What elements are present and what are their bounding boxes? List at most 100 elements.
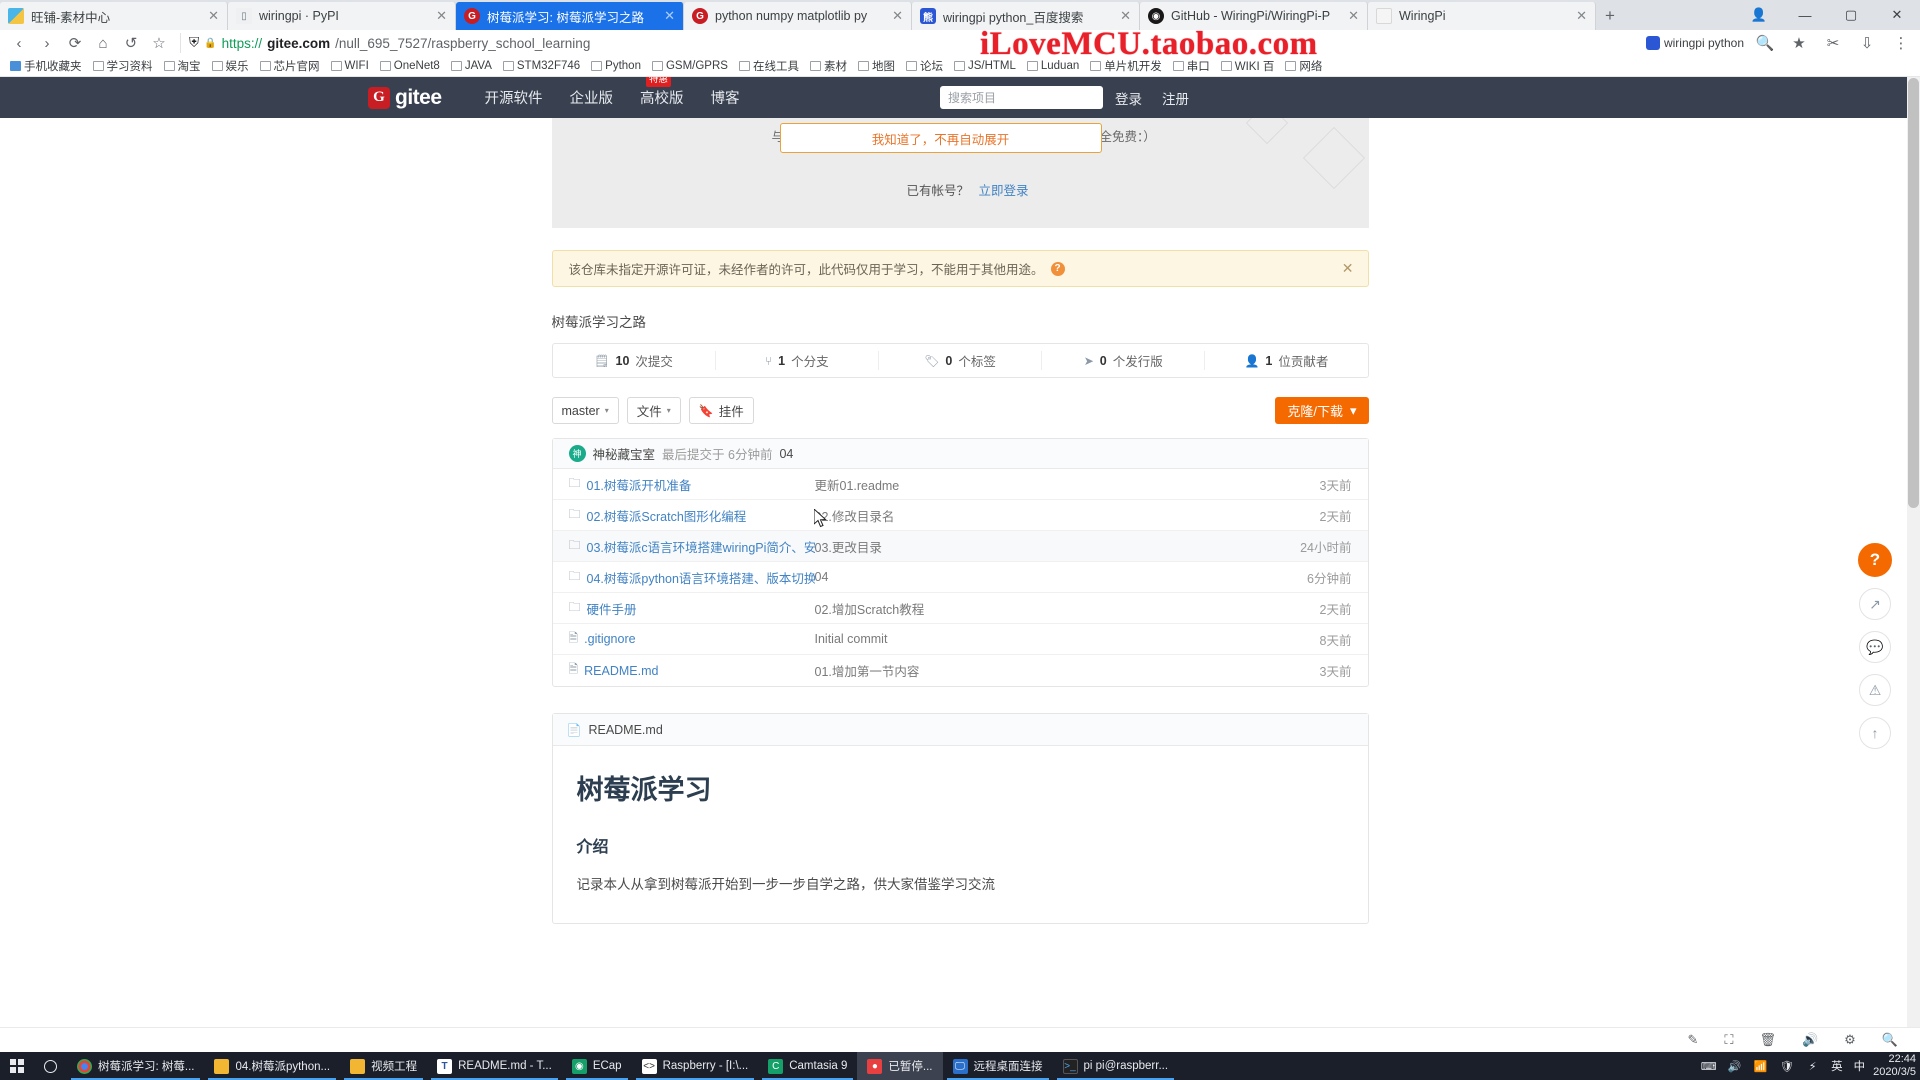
taskbar-item[interactable]: C Camtasia 9 xyxy=(758,1052,857,1080)
bookmark-star-icon[interactable]: ☆ xyxy=(146,32,172,54)
report-fab[interactable]: ⚠ xyxy=(1859,674,1891,706)
taskbar-clock[interactable]: 22:44 2020/3/5 xyxy=(1873,1053,1920,1078)
dismiss-promo-button[interactable]: 我知道了，不再自动展开 xyxy=(779,123,1102,153)
extension-chip[interactable]: wiringpi python xyxy=(1645,36,1744,50)
browser-menu-icon[interactable]: ⋮ xyxy=(1888,32,1914,54)
file-row[interactable]: 🗀 硬件手册 02.增加Scratch教程 2天前 xyxy=(552,593,1368,624)
bookmark-item[interactable]: GSM/GPRS xyxy=(648,59,732,73)
bookmark-item[interactable]: 地图 xyxy=(854,57,899,75)
file-row[interactable]: 🗀 03.树莓派c语言环境搭建wiringPi简介、安装... 03.更改目录 24小… xyxy=(552,531,1368,562)
bookmark-item[interactable]: JAVA xyxy=(447,59,496,73)
branch-selector[interactable]: master ▾ xyxy=(551,397,619,424)
login-now-link[interactable]: 立即登录 xyxy=(979,184,1029,198)
bookmark-item[interactable]: 手机收藏夹 xyxy=(6,57,86,75)
help-fab[interactable]: ? xyxy=(1858,543,1892,577)
bookmark-item[interactable]: 淘宝 xyxy=(160,57,205,75)
file-row[interactable]: 🗀 01.树莓派开机准备 更新01.readme 3天前 xyxy=(552,469,1368,500)
file-row[interactable]: 🗀 04.树莓派python语言环境搭建、版本切换、... 04 6分钟前 xyxy=(552,562,1368,593)
bookmark-item[interactable]: Luduan xyxy=(1023,59,1083,73)
bookmark-item[interactable]: 娱乐 xyxy=(208,57,253,75)
gitee-search-input[interactable]: 搜索项目 xyxy=(940,86,1103,109)
stat-commit[interactable]: 🗒 10 次提交 xyxy=(553,351,716,370)
taskbar-item[interactable]: <> Raspberry - [I:\... xyxy=(632,1052,759,1080)
clone-download-button[interactable]: 克隆/下载 ▾ xyxy=(1275,397,1369,424)
close-icon[interactable]: ✕ xyxy=(892,8,903,24)
history-icon[interactable]: ↺ xyxy=(118,32,144,54)
bookmark-item[interactable]: 论坛 xyxy=(902,57,947,75)
taskbar-item[interactable]: 🖵 远程桌面连接 xyxy=(943,1052,1053,1080)
close-icon[interactable]: ✕ xyxy=(1576,8,1587,24)
taskbar-item[interactable]: >_ pi pi@raspberr... xyxy=(1053,1052,1179,1080)
back-to-top-fab[interactable]: ↑ xyxy=(1859,717,1891,749)
scrollbar-thumb[interactable] xyxy=(1908,78,1919,508)
address-bar[interactable]: ⛨ 🔒 https://gitee.com/null_695_7527/rasp… xyxy=(180,33,1638,53)
tray-row-icon[interactable]: 🔍 xyxy=(1882,1032,1898,1048)
browser-tab-6[interactable]: WiringPi ✕ xyxy=(1368,2,1596,30)
bookmark-item[interactable]: Python xyxy=(587,59,645,73)
close-icon[interactable]: ✕ xyxy=(1120,8,1131,24)
file-row[interactable]: 🗀 02.树莓派Scratch图形化编程 02.修改目录名 2天前 xyxy=(552,500,1368,531)
stat-tag[interactable]: 🏷 0 个标签 xyxy=(879,351,1043,370)
file-name[interactable]: 🗀 02.树莓派Scratch图形化编程 xyxy=(569,505,815,526)
close-window-button[interactable]: ✕ xyxy=(1874,0,1920,30)
close-icon[interactable]: ✕ xyxy=(1348,8,1359,24)
home-icon[interactable]: ⌂ xyxy=(90,32,116,54)
bookmark-item[interactable]: JS/HTML xyxy=(950,59,1020,73)
close-icon[interactable]: ✕ xyxy=(208,8,219,24)
forward-icon[interactable]: › xyxy=(34,32,60,54)
login-link[interactable]: 登录 xyxy=(1115,88,1142,108)
close-icon[interactable]: ✕ xyxy=(436,8,447,24)
close-icon[interactable]: ✕ xyxy=(1342,260,1354,277)
taskbar-item[interactable]: ◉ ECap xyxy=(562,1052,632,1080)
avatar[interactable]: 神 xyxy=(568,445,586,462)
start-button[interactable] xyxy=(0,1052,34,1080)
tray-row-icon[interactable]: 🔊 xyxy=(1802,1032,1818,1048)
tray-icon[interactable]: 📶 xyxy=(1753,1059,1768,1074)
files-dropdown[interactable]: 文件 ▾ xyxy=(626,397,681,424)
taskbar-item[interactable]: 视频工程 xyxy=(340,1052,427,1080)
bookmark-item[interactable]: 学习资料 xyxy=(89,57,157,75)
taskbar-item[interactable]: 04.树莓派python... xyxy=(204,1052,340,1080)
file-name[interactable]: 🗀 硬件手册 xyxy=(569,598,815,619)
file-row[interactable]: 🗎 README.md 01.增加第一节内容 3天前 xyxy=(553,655,1368,686)
back-icon[interactable]: ‹ xyxy=(6,32,32,54)
bookmark-item[interactable]: WIKI 百 xyxy=(1217,57,1279,75)
gitee-logo[interactable]: G gitee xyxy=(368,86,442,110)
browser-tab-3[interactable]: G python numpy matplotlib py ✕ xyxy=(684,2,912,30)
share-fab[interactable]: ↗ xyxy=(1859,588,1891,620)
bookmark-item[interactable]: 在线工具 xyxy=(735,57,803,75)
stat-contributor[interactable]: 👤 1 位贡献者 xyxy=(1205,351,1367,370)
nav-campus[interactable]: 特惠 高校版 xyxy=(640,77,684,108)
tray-row-icon[interactable]: ⚙ xyxy=(1844,1032,1856,1048)
bookmark-item[interactable]: 网络 xyxy=(1281,57,1326,75)
new-tab-button[interactable]: + xyxy=(1596,2,1624,30)
minimize-button[interactable]: — xyxy=(1782,0,1828,30)
taskbar-item[interactable]: T README.md - T... xyxy=(427,1052,562,1080)
close-icon[interactable]: ✕ xyxy=(664,8,675,24)
file-row[interactable]: 🗎 .gitignore Initial commit 8天前 xyxy=(552,624,1368,655)
nav-opensource[interactable]: 开源软件 xyxy=(485,87,543,108)
widgets-button[interactable]: 🔖 挂件 xyxy=(688,397,754,424)
stat-branch[interactable]: ⑂ 1 个分支 xyxy=(716,351,879,370)
browser-tab-1[interactable]: ▯ wiringpi · PyPI ✕ xyxy=(228,2,456,30)
help-icon[interactable]: ? xyxy=(1050,261,1065,276)
search-icon[interactable]: 🔍 xyxy=(1752,32,1778,54)
file-name[interactable]: 🗀 03.树莓派c语言环境搭建wiringPi简介、安装... xyxy=(569,536,815,557)
tray-row-icon[interactable]: ⛶ xyxy=(1724,1032,1733,1048)
bookmark-item[interactable]: WIFI xyxy=(327,59,373,73)
tray-icon[interactable]: ⌨ xyxy=(1701,1059,1717,1074)
stat-release[interactable]: ➤ 0 个发行版 xyxy=(1042,351,1206,370)
tray-row-icon[interactable]: ✎ xyxy=(1687,1032,1698,1048)
bookmark-icon[interactable]: ★ xyxy=(1786,32,1812,54)
bookmark-item[interactable]: 芯片官网 xyxy=(256,57,324,75)
browser-tab-0[interactable]: 旺铺-素材中心 ✕ xyxy=(0,2,228,30)
tray-row-icon[interactable]: 🗑 xyxy=(1759,1032,1776,1048)
taskbar-item[interactable]: ● 已暂停... xyxy=(857,1052,943,1080)
taskbar-item[interactable]: 树莓派学习: 树莓... xyxy=(67,1052,204,1080)
file-name[interactable]: 🗎 README.md xyxy=(569,660,815,681)
reload-icon[interactable]: ⟳ xyxy=(62,32,88,54)
download-icon[interactable]: ⇩ xyxy=(1854,32,1880,54)
cortana-search-button[interactable] xyxy=(34,1052,67,1080)
file-name[interactable]: 🗎 .gitignore xyxy=(569,629,815,650)
feedback-fab[interactable]: 💬 xyxy=(1859,631,1891,663)
